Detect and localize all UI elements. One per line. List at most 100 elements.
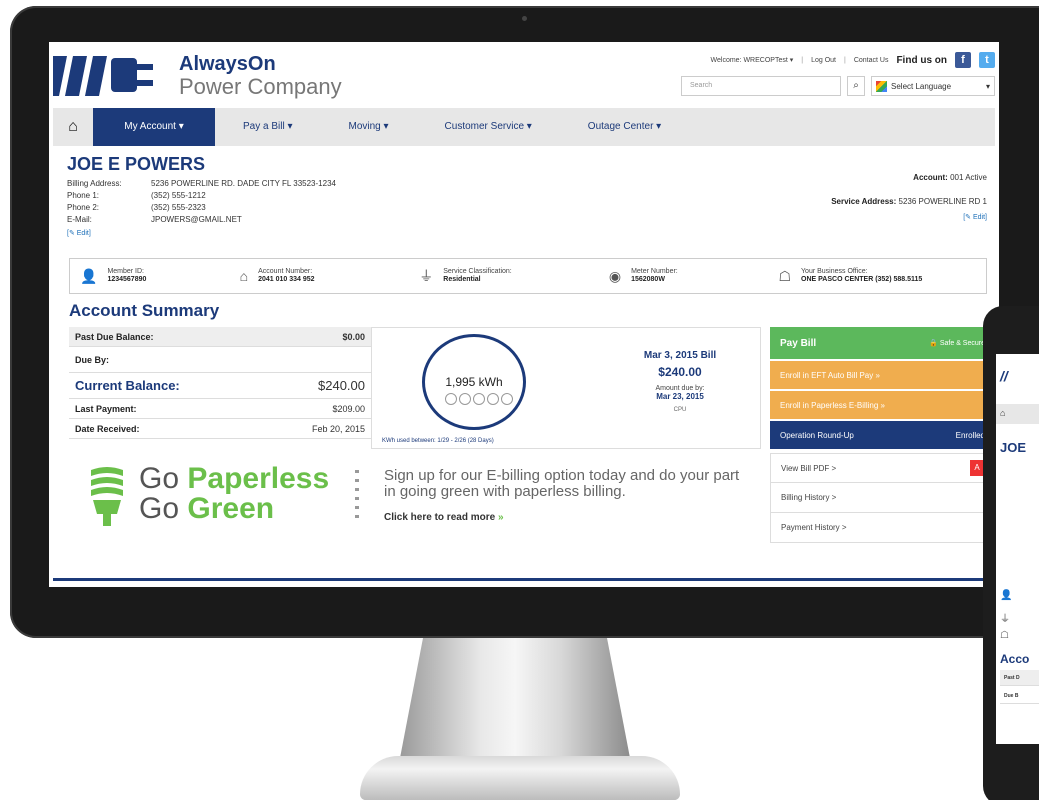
info-label: Account Number: bbox=[258, 268, 313, 275]
logout-link[interactable]: Log Out bbox=[811, 57, 836, 64]
pay-bill-label: Pay Bill bbox=[780, 337, 817, 349]
phone-home-icon[interactable]: ⌂ bbox=[996, 404, 1039, 424]
nav-moving[interactable]: Moving ▾ bbox=[320, 108, 416, 146]
phone-person-icon: 👤 bbox=[1000, 590, 1013, 601]
brand-subtitle: Power Company bbox=[179, 74, 342, 99]
detail-value: (352) 555-1212 bbox=[151, 191, 206, 200]
table-row: Past Due Balance: $0.00 bbox=[69, 327, 371, 347]
enroll-eft-button[interactable]: Enroll in EFT Auto Bill Pay » bbox=[770, 361, 995, 389]
welcome-menu[interactable]: Welcome: WRECOPTest ▾ bbox=[711, 56, 794, 64]
phone-row: Past D bbox=[1000, 670, 1039, 686]
enroll-paperless-button[interactable]: Enroll in Paperless E-Billing » bbox=[770, 391, 995, 419]
account-label: Account: bbox=[913, 173, 948, 182]
usage-range: KWh used between: 1/29 - 2/26 (28 Days) bbox=[382, 438, 494, 444]
detail-value: 5236 POWERLINE RD. DADE CITY FL 33523-12… bbox=[151, 179, 336, 188]
table-row: Due By: bbox=[69, 347, 371, 373]
google-translate-icon bbox=[876, 80, 887, 92]
row-label: Current Balance: bbox=[75, 378, 180, 393]
row-label: Date Received: bbox=[75, 423, 140, 434]
monitor-screen: AlwaysOn Power Company Welcome: WRECOPTe… bbox=[49, 42, 999, 587]
phone-screen: // ⌂ JOE Acco Past D Due B 👤 ⏚ ☖ bbox=[996, 354, 1039, 744]
row-label: Past Due Balance: bbox=[75, 331, 154, 342]
account-value: 001 Active bbox=[950, 173, 987, 182]
info-value: ONE PASCO CENTER (352) 588.5115 bbox=[801, 276, 923, 283]
bill-info: Mar 3, 2015 Bill $240.00 Amount due by: … bbox=[610, 350, 750, 413]
divider: | bbox=[801, 56, 804, 64]
brand-name: AlwaysOn bbox=[179, 53, 276, 75]
promo-text: Sign up for our E-billing option today a… bbox=[384, 467, 740, 500]
monitor-base bbox=[360, 756, 680, 800]
cpu-label: CPU bbox=[673, 407, 687, 413]
camera-dot bbox=[522, 16, 527, 21]
nav-outage-center[interactable]: Outage Center ▾ bbox=[560, 108, 689, 146]
chevron-down-icon: ▾ bbox=[985, 81, 990, 91]
footer-rule bbox=[53, 578, 999, 581]
twitter-icon[interactable]: t bbox=[979, 52, 995, 68]
monitor-stand bbox=[400, 638, 630, 758]
customer-details: Billing Address: 5236 POWERLINE RD. DADE … bbox=[67, 178, 336, 240]
detail-row: Billing Address: 5236 POWERLINE RD. DADE … bbox=[67, 178, 336, 190]
service-line: Service Address: 5236 POWERLINE RD 1 bbox=[831, 196, 987, 208]
view-bill-pdf-label: View Bill PDF > bbox=[781, 463, 837, 473]
contact-link[interactable]: Contact Us bbox=[854, 57, 889, 64]
go-word: Go bbox=[139, 462, 180, 495]
account-info-strip: 👤 Member ID: 1234567890 ⌂ Account Number:… bbox=[69, 258, 987, 294]
row-value: $240.00 bbox=[318, 378, 365, 393]
plug-icon: ⏚ bbox=[419, 268, 434, 284]
info-label: Meter Number: bbox=[631, 268, 678, 275]
row-value: $209.00 bbox=[332, 403, 365, 414]
billing-history-link[interactable]: Billing History > bbox=[770, 483, 995, 513]
top-links: Welcome: WRECOPTest ▾ | Log Out | Contac… bbox=[711, 52, 995, 68]
payment-history-link[interactable]: Payment History > bbox=[770, 513, 995, 543]
meter-icon: ◉ bbox=[608, 267, 622, 284]
brand-logo[interactable]: AlwaysOn Power Company bbox=[53, 48, 342, 104]
find-us-label: Find us on bbox=[896, 54, 947, 66]
read-more-link[interactable]: Click here to read more » bbox=[384, 512, 504, 523]
row-label: Last Payment: bbox=[75, 403, 137, 414]
search-input[interactable]: Search bbox=[681, 76, 841, 96]
house-icon: ⌂ bbox=[239, 268, 249, 284]
pay-bill-button[interactable]: Pay Bill 🔒 Safe & Secure bbox=[770, 327, 995, 359]
meter-number-cell: ◉ Meter Number: 1562080W bbox=[599, 268, 769, 285]
usage-gauge: 1,995 kWh bbox=[422, 334, 526, 430]
nav-my-account[interactable]: My Account ▾ bbox=[93, 108, 215, 146]
account-status: Account: 001 Active Service Address: 523… bbox=[831, 172, 987, 224]
info-value: 1562080W bbox=[631, 276, 665, 283]
round-up-label: Operation Round-Up bbox=[780, 430, 854, 440]
divider: | bbox=[844, 56, 846, 64]
view-bill-pdf-link[interactable]: View Bill PDF > A bbox=[770, 453, 995, 483]
search-icon[interactable]: ⌕ bbox=[847, 76, 865, 96]
account-number-cell: ⌂ Account Number: 2041 010 334 952 bbox=[230, 268, 410, 284]
due-date: Mar 23, 2015 bbox=[656, 392, 704, 401]
go-word: Go bbox=[139, 492, 180, 525]
edit-customer-link[interactable]: [✎ Edit] bbox=[67, 228, 336, 240]
search-row: Search ⌕ Select Language ▾ bbox=[681, 76, 995, 96]
edit-service-link[interactable]: [✎ Edit] bbox=[831, 212, 987, 224]
dotted-divider bbox=[355, 470, 359, 524]
table-row: Date Received: Feb 20, 2015 bbox=[69, 419, 371, 439]
detail-label: Billing Address: bbox=[67, 179, 122, 188]
green-word: Green bbox=[187, 492, 275, 525]
customer-name: JOE E POWERS bbox=[67, 154, 206, 174]
detail-label: Phone 1: bbox=[67, 191, 100, 200]
usage-panel: 1,995 kWh Mar 3, 2015 Bill $240.00 Amoun… bbox=[371, 327, 761, 449]
member-id-cell: 👤 Member ID: 1234567890 bbox=[70, 268, 230, 285]
due-label: Amount due by: bbox=[655, 385, 705, 392]
detail-row: E-Mail: JPOWERS@GMAIL.NET bbox=[67, 214, 336, 226]
lock-icon: 🔒 Safe & Secure bbox=[929, 340, 985, 347]
balance-table: Past Due Balance: $0.00 Due By: Current B… bbox=[69, 327, 371, 439]
home-icon[interactable]: ⌂ bbox=[53, 108, 93, 146]
plug-logo-icon bbox=[53, 56, 153, 96]
nav-pay-a-bill[interactable]: Pay a Bill ▾ bbox=[215, 108, 320, 146]
person-icon: 👤 bbox=[80, 267, 98, 284]
facebook-icon[interactable]: f bbox=[955, 52, 971, 68]
action-panel: Pay Bill 🔒 Safe & Secure Enroll in EFT A… bbox=[770, 327, 995, 543]
table-row: Last Payment: $209.00 bbox=[69, 399, 371, 419]
phone-row: Due B bbox=[1000, 688, 1039, 704]
round-up-button[interactable]: Operation Round-Up Enrolled bbox=[770, 421, 995, 449]
language-select[interactable]: Select Language ▾ bbox=[871, 76, 995, 96]
info-label: Member ID: bbox=[107, 268, 144, 275]
nav-customer-service[interactable]: Customer Service ▾ bbox=[417, 108, 560, 146]
go-paperless-headline: Go Paperless Go Green bbox=[139, 464, 329, 524]
phone-plug-icon: ⏚ bbox=[1000, 614, 1010, 625]
